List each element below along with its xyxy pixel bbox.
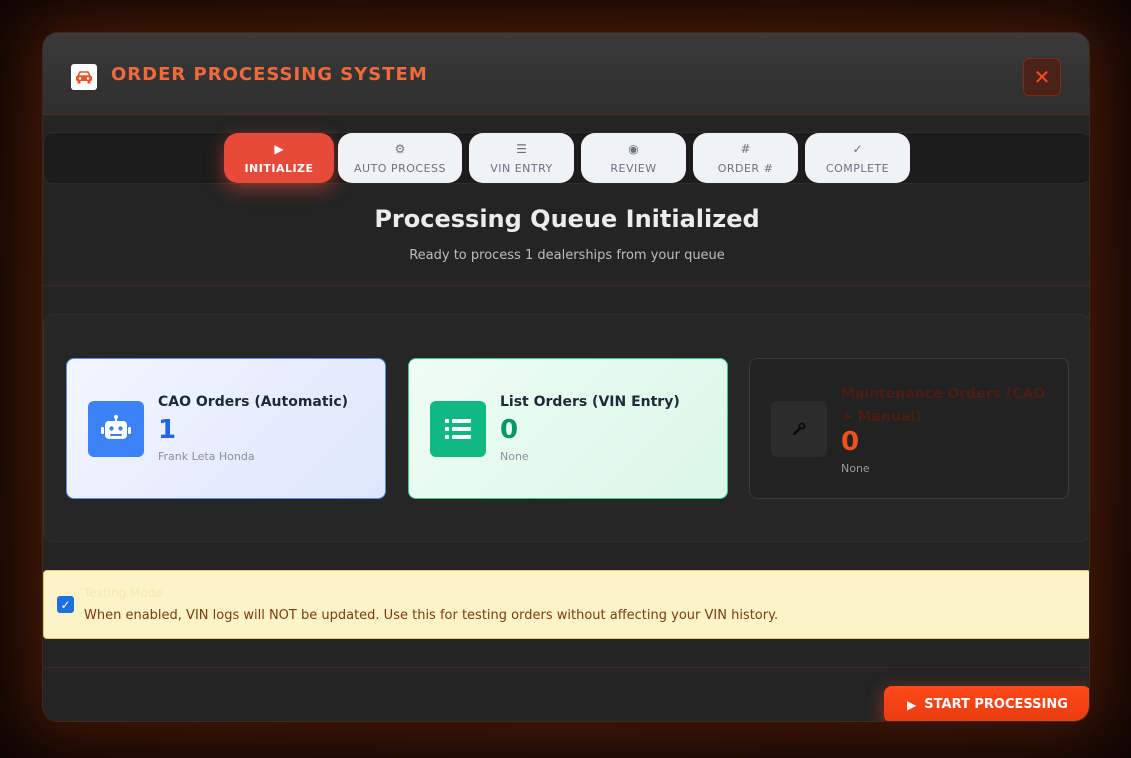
- step-label: INITIALIZE: [244, 161, 314, 175]
- testing-mode-panel: ✓ Testing Mode When enabled, VIN logs wi…: [43, 570, 1089, 639]
- maintenance-orders-card: Maintenance Orders (CAO + Manual) 0 None: [749, 358, 1069, 499]
- step-label: ORDER #: [717, 161, 774, 175]
- order-summary-panel: CAO Orders (Automatic) 1 Frank Leta Hond…: [43, 314, 1089, 542]
- step-label: AUTO PROCESS: [354, 161, 446, 175]
- check-icon: ✓: [60, 597, 71, 612]
- list-orders-card: List Orders (VIN Entry) 0 None: [408, 358, 728, 499]
- robot-icon: ⚙: [394, 141, 406, 156]
- hash-icon: #: [740, 141, 751, 156]
- card-title: List Orders (VIN Entry): [500, 394, 680, 410]
- card-count: 0: [500, 415, 519, 445]
- start-processing-label: START PROCESSING: [924, 697, 1068, 712]
- step-review[interactable]: ◉ REVIEW: [581, 133, 686, 183]
- testing-mode-label: Testing Mode: [84, 586, 163, 600]
- wrench-icon: [771, 401, 827, 457]
- start-processing-button[interactable]: ▶ START PROCESSING: [884, 686, 1089, 721]
- close-icon: ✕: [1033, 65, 1051, 89]
- card-title: CAO Orders (Automatic): [158, 394, 349, 410]
- play-icon: ▶: [274, 141, 284, 156]
- card-count: 1: [158, 415, 177, 445]
- app-title: ORDER PROCESSING SYSTEM: [111, 64, 428, 85]
- car-icon: [71, 64, 97, 90]
- card-note: None: [841, 462, 870, 475]
- testing-mode-description: When enabled, VIN logs will NOT be updat…: [84, 608, 779, 623]
- card-title: Maintenance Orders (CAO + Manual): [841, 386, 1046, 425]
- page-subtitle: Ready to process 1 dealerships from your…: [409, 248, 725, 263]
- step-label: REVIEW: [610, 161, 657, 175]
- modal-header: ORDER PROCESSING SYSTEM ✕: [43, 33, 1089, 115]
- step-complete[interactable]: ✓ COMPLETE: [805, 133, 910, 183]
- divider: [43, 667, 1089, 668]
- close-button[interactable]: ✕: [1023, 58, 1061, 96]
- eye-icon: ◉: [628, 141, 639, 156]
- check-icon: ✓: [852, 141, 863, 156]
- divider: [43, 285, 1089, 286]
- list-icon: ☰: [516, 141, 527, 156]
- step-initialize[interactable]: ▶ INITIALIZE: [224, 133, 334, 183]
- card-note: None: [500, 450, 529, 463]
- step-label: COMPLETE: [825, 161, 890, 175]
- play-icon: ▶: [907, 697, 917, 712]
- step-auto-process[interactable]: ⚙ AUTO PROCESS: [338, 133, 462, 183]
- card-note: Frank Leta Honda: [158, 450, 255, 463]
- step-order-number[interactable]: # ORDER #: [693, 133, 798, 183]
- cao-orders-card: CAO Orders (Automatic) 1 Frank Leta Hond…: [66, 358, 386, 499]
- list-icon: [430, 401, 486, 457]
- card-count: 0: [841, 427, 860, 457]
- testing-mode-checkbox[interactable]: ✓: [57, 596, 74, 613]
- progress-stepper: ▶ INITIALIZE ⚙ AUTO PROCESS ☰ VIN ENTRY …: [43, 132, 1089, 184]
- page-title: Processing Queue Initialized: [374, 205, 760, 233]
- step-label: VIN ENTRY: [490, 161, 553, 175]
- order-processing-modal: ORDER PROCESSING SYSTEM ✕ ▶ INITIALIZE ⚙…: [42, 32, 1090, 722]
- robot-icon: [88, 401, 144, 457]
- step-vin-entry[interactable]: ☰ VIN ENTRY: [469, 133, 574, 183]
